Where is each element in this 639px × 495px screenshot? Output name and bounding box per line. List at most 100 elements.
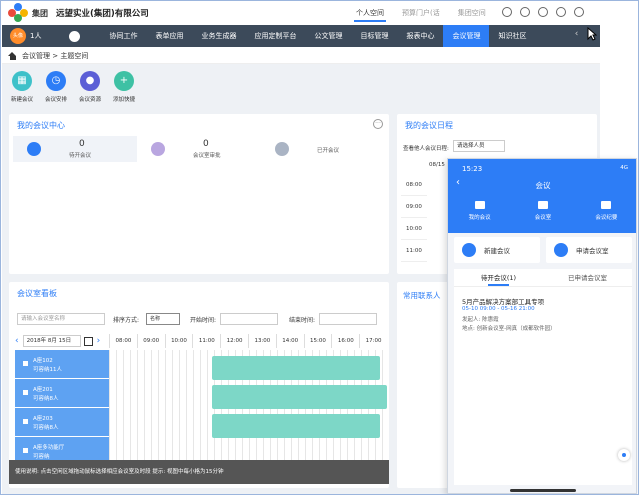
time-slot[interactable]: 10:00 bbox=[401, 218, 427, 240]
meeting-resources-button[interactable]: ● 会议资源 bbox=[77, 71, 103, 103]
chevron-right-icon[interactable]: › bbox=[97, 336, 101, 346]
signal-icon: 4G bbox=[620, 165, 628, 171]
time-slot[interactable]: 08:00 bbox=[401, 174, 427, 196]
org-tag: 集团 bbox=[32, 8, 48, 18]
link-budget-portal[interactable]: 预算门户(话 bbox=[400, 2, 442, 24]
calendar-icon[interactable] bbox=[83, 336, 93, 346]
tab-my-meetings[interactable]: 我的会议 bbox=[448, 201, 511, 221]
room-checkbox[interactable] bbox=[23, 419, 28, 424]
home-indicator bbox=[510, 489, 576, 492]
stat-held[interactable]: 已开会议 bbox=[261, 136, 385, 162]
quick-actions: ▦ 新建会议 ◷ 会议安排 ● 会议资源 + 添加快捷 bbox=[9, 71, 137, 103]
chevron-left-icon[interactable]: ‹ bbox=[15, 336, 19, 346]
status-time: 15:23 bbox=[462, 165, 483, 173]
nav-forms[interactable]: 表单应用 bbox=[146, 25, 192, 47]
people-icon bbox=[462, 243, 476, 257]
booking-block[interactable] bbox=[212, 414, 380, 438]
link-group-space[interactable]: 集团空间 bbox=[456, 2, 488, 24]
floating-button[interactable] bbox=[618, 449, 630, 461]
nav-meetings[interactable]: 会议管理 bbox=[443, 25, 490, 47]
company-logo bbox=[8, 3, 28, 23]
room-checkbox[interactable] bbox=[23, 390, 28, 395]
people-icon bbox=[474, 201, 485, 209]
apply-room-card[interactable]: 申请会议室 bbox=[546, 237, 632, 263]
clock-icon: ◷ bbox=[46, 71, 66, 91]
tab-minutes[interactable]: 会议纪要 bbox=[575, 201, 636, 221]
booking-block[interactable] bbox=[212, 385, 387, 409]
booking-block[interactable] bbox=[212, 356, 380, 380]
user-count: 1人 bbox=[30, 32, 42, 40]
link-personal-space[interactable]: 个人空间 bbox=[354, 2, 386, 24]
breadcrumb-text: 会议管理 > 主题空间 bbox=[22, 51, 89, 60]
nav-app-custom[interactable]: 应用定制平台 bbox=[245, 25, 305, 47]
company-name: 远望实业(集团)有限公司 bbox=[56, 9, 149, 19]
panel-title: 会议室看板 bbox=[17, 289, 57, 298]
document-icon bbox=[601, 201, 612, 209]
time-slot[interactable]: 09:00 bbox=[401, 196, 427, 218]
people-icon: ● bbox=[80, 71, 100, 91]
nav-collab[interactable]: 协同工作 bbox=[100, 25, 146, 47]
nav-biz-generator[interactable]: 业务生成器 bbox=[192, 25, 245, 47]
usage-notice: 使用说明: 点击空闲区域拖动鼠标选择相应会议室及时段 提示: 视图中每小格为15… bbox=[9, 460, 389, 484]
breadcrumb: 会议管理 > 主题空间 bbox=[2, 48, 600, 64]
plus-icon: + bbox=[114, 71, 134, 91]
cursor-icon bbox=[587, 27, 597, 41]
chevron-left-icon[interactable]: ‹ bbox=[575, 29, 579, 39]
panel-title: 我的会议中心 bbox=[17, 121, 65, 130]
room-row[interactable]: A座102 可容纳11人 bbox=[15, 350, 109, 379]
plus-calendar-icon: ▦ bbox=[12, 71, 32, 91]
add-shortcut-button[interactable]: + 添加快捷 bbox=[111, 71, 137, 103]
nav-knowledge[interactable]: 知识社区 bbox=[489, 25, 535, 47]
seg-pending[interactable]: 待开会议(1) bbox=[454, 269, 543, 286]
nav-goals[interactable]: 目标管理 bbox=[351, 25, 397, 47]
tab-meeting-room[interactable]: 会议室 bbox=[511, 201, 574, 221]
avatar[interactable]: 头像 bbox=[10, 28, 26, 44]
more-icon[interactable]: ··· bbox=[373, 119, 383, 129]
user-icon[interactable] bbox=[520, 7, 530, 17]
room-checkbox[interactable] bbox=[23, 448, 28, 453]
app-frame: 集团 远望实业(集团)有限公司 个人空间 预算门户(话 集团空间 头像 1人 协… bbox=[0, 0, 639, 495]
hour-header: 08:00 09:00 10:00 11:00 12:00 13:00 14:0… bbox=[109, 334, 387, 348]
board-date-input[interactable]: 2018年 8月 15日 bbox=[22, 335, 81, 347]
end-time-input[interactable] bbox=[319, 313, 377, 325]
nav-logo-icon[interactable] bbox=[69, 30, 81, 42]
time-slot[interactable]: 11:00 bbox=[401, 240, 427, 262]
start-time-input[interactable] bbox=[220, 313, 278, 325]
room-row[interactable]: A座201 可容纳8人 bbox=[15, 379, 109, 408]
nav-reports[interactable]: 报表中心 bbox=[397, 25, 443, 47]
room-board-panel: 会议室看板 请输入会议室名称 排序方式: 名称 开始时间: 结束时间: ‹ 20… bbox=[9, 282, 389, 488]
room-row[interactable]: A座203 可容纳8人 bbox=[15, 408, 109, 437]
panel-title: 常用联系人 bbox=[403, 291, 441, 300]
panel-title: 我的会议日程 bbox=[405, 121, 453, 130]
room-icon bbox=[537, 201, 548, 209]
stat-pending[interactable]: 0 待开会议 bbox=[13, 136, 137, 162]
meeting-list: 待开会议(1) 已申请会议室 5月产品解决方案部工具专项 05-10 09:00… bbox=[454, 269, 632, 485]
seg-applied-rooms[interactable]: 已申请会议室 bbox=[543, 269, 632, 286]
room-checkbox[interactable] bbox=[23, 361, 28, 366]
layers-icon bbox=[27, 142, 41, 156]
search-icon[interactable] bbox=[538, 7, 548, 17]
gear-icon[interactable] bbox=[574, 7, 584, 17]
phone-title: 会议 bbox=[535, 181, 551, 190]
lock-icon bbox=[151, 142, 165, 156]
schedule-date: 08/15 bbox=[429, 162, 445, 168]
new-meeting-card[interactable]: 新建会议 bbox=[454, 237, 540, 263]
new-meeting-button[interactable]: ▦ 新建会议 bbox=[9, 71, 35, 103]
top-icons bbox=[502, 7, 584, 17]
message-icon[interactable] bbox=[556, 7, 566, 17]
top-bar: 集团 远望实业(集团)有限公司 个人空间 预算门户(话 集团空间 bbox=[2, 2, 600, 24]
list-item[interactable]: 5月产品解决方案部工具专项 bbox=[462, 296, 544, 306]
stat-room-approval[interactable]: 0 会议室审批 bbox=[137, 136, 261, 162]
home-icon[interactable] bbox=[8, 51, 17, 60]
booking-grid[interactable] bbox=[109, 350, 387, 466]
people-icon[interactable] bbox=[502, 7, 512, 17]
main-nav: 头像 1人 协同工作 表单应用 业务生成器 应用定制平台 公文管理 目标管理 报… bbox=[2, 25, 600, 47]
room-search-input[interactable]: 请输入会议室名称 bbox=[17, 313, 105, 325]
space-links: 个人空间 预算门户(话 集团空间 bbox=[354, 2, 488, 24]
nav-docs[interactable]: 公文管理 bbox=[305, 25, 351, 47]
meeting-arrange-button[interactable]: ◷ 会议安排 bbox=[43, 71, 69, 103]
meeting-center-panel: 我的会议中心 ··· 0 待开会议 0 会议室审批 已开会议 bbox=[9, 114, 389, 274]
sort-select[interactable]: 名称 bbox=[146, 313, 180, 325]
person-select[interactable]: 请选择人员 bbox=[453, 140, 505, 152]
room-icon bbox=[554, 243, 568, 257]
